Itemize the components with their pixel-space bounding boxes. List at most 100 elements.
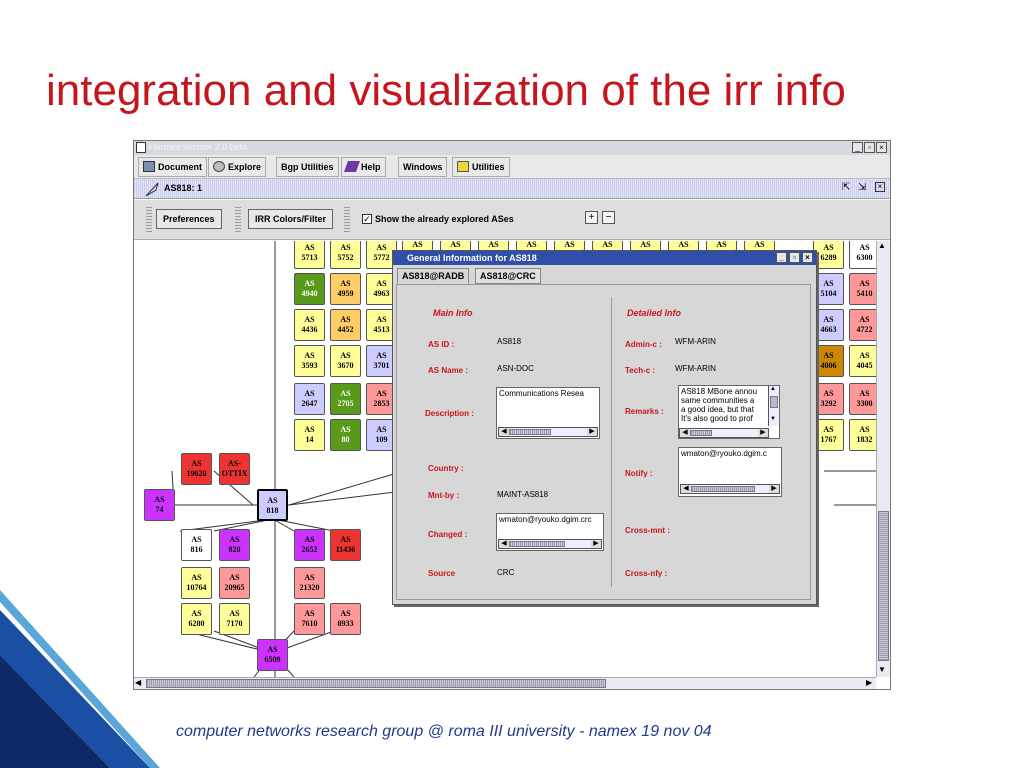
remarks-hscroll[interactable]: ◀ ▶ <box>679 428 769 438</box>
as-node[interactable]: AS 7610 <box>294 603 325 635</box>
as-node[interactable]: AS 818 <box>257 489 288 521</box>
as-node[interactable]: AS 6509 <box>257 639 288 671</box>
scroll-left-icon[interactable]: ◀ <box>135 678 141 687</box>
as-node[interactable]: AS 10764 <box>181 567 212 599</box>
as-node[interactable]: AS 6289 <box>813 241 844 269</box>
menu-windows[interactable]: Windows <box>398 157 448 177</box>
scroll-thumb[interactable] <box>690 430 712 436</box>
scroll-right-icon[interactable]: ▶ <box>591 540 601 548</box>
as-node[interactable]: AS 5713 <box>294 241 325 269</box>
toolbar-grip[interactable] <box>235 206 241 232</box>
description-hscroll[interactable]: ◀ ▶ <box>498 427 598 437</box>
scroll-right-icon[interactable]: ▶ <box>758 429 768 437</box>
toolbar-grip[interactable] <box>146 206 152 232</box>
changed-hscroll[interactable]: ◀ ▶ <box>498 539 602 549</box>
minimize-button[interactable]: _ <box>852 142 863 153</box>
scroll-right-icon[interactable]: ▶ <box>866 678 872 687</box>
scroll-thumb[interactable] <box>509 541 565 547</box>
scroll-thumb[interactable] <box>770 396 778 408</box>
as-node[interactable]: AS 19620 <box>181 453 212 485</box>
as-node-prefix: AS <box>191 535 202 544</box>
toolbar-grip[interactable] <box>344 206 350 232</box>
as-node[interactable]: AS 816 <box>181 529 212 561</box>
as-node[interactable]: AS 1767 <box>813 419 844 451</box>
as-node[interactable]: AS 5104 <box>813 273 844 305</box>
as-node[interactable]: AS 6300 <box>849 241 876 269</box>
as-node-number: 6280 <box>188 619 205 628</box>
zoom-in-icon[interactable]: + <box>585 211 598 224</box>
notify-hscroll[interactable]: ◀ ▶ <box>680 484 780 494</box>
horizontal-scrollbar[interactable]: ◀ ▶ <box>134 677 876 689</box>
scroll-up-icon[interactable]: ▲ <box>770 386 776 392</box>
scroll-left-icon[interactable]: ◀ <box>680 429 690 437</box>
as-node-number: 8933 <box>337 619 354 628</box>
utilities-icon <box>457 161 469 172</box>
as-node[interactable]: AS- OTTIX <box>219 453 250 485</box>
as-node[interactable]: AS 4663 <box>813 309 844 341</box>
as-node[interactable]: AS 5752 <box>330 241 361 269</box>
menu-bgp-utilities[interactable]: Bgp Utilities <box>276 157 339 177</box>
hscroll-thumb[interactable] <box>146 679 606 688</box>
close-button[interactable]: × <box>876 142 887 153</box>
remarks-vscroll[interactable]: ▲ ▼ <box>768 386 779 426</box>
as-node[interactable]: AS 2705 <box>330 383 361 415</box>
irr-colors-filter-button[interactable]: IRR Colors/Filter <box>248 209 334 229</box>
as-node[interactable]: AS 2652 <box>294 529 325 561</box>
as-node[interactable]: AS 7170 <box>219 603 250 635</box>
frame-restore-icon[interactable]: ⇱ <box>842 182 850 193</box>
as-node[interactable]: AS 80 <box>330 419 361 451</box>
tab-radb[interactable]: AS818@RADB <box>397 268 470 284</box>
zoom-out-icon[interactable]: − <box>602 211 615 224</box>
as-node[interactable]: AS 4006 <box>813 345 844 377</box>
dialog-minimize-button[interactable]: _ <box>776 252 787 263</box>
as-node[interactable]: AS 6280 <box>181 603 212 635</box>
as-node[interactable]: AS 3593 <box>294 345 325 377</box>
as-node[interactable]: AS 20965 <box>219 567 250 599</box>
show-explored-checkbox[interactable]: ✓ <box>362 214 372 224</box>
as-node[interactable]: AS 820 <box>219 529 250 561</box>
as-node[interactable]: AS 3670 <box>330 345 361 377</box>
as-node[interactable]: AS 74 <box>144 489 175 521</box>
vertical-scrollbar[interactable]: ▲ ▼ <box>876 241 890 677</box>
scroll-left-icon[interactable]: ◀ <box>499 428 509 436</box>
as-node[interactable]: AS 4959 <box>330 273 361 305</box>
as-node[interactable]: AS 4940 <box>294 273 325 305</box>
preferences-button[interactable]: Preferences <box>156 209 222 229</box>
maximize-button[interactable]: ▫ <box>864 142 875 153</box>
vscroll-thumb[interactable] <box>878 511 889 661</box>
scroll-up-icon[interactable]: ▲ <box>878 241 886 250</box>
scroll-right-icon[interactable]: ▶ <box>769 485 779 493</box>
as-node[interactable]: AS 4722 <box>849 309 876 341</box>
dialog-maximize-button[interactable]: ▫ <box>789 252 800 263</box>
as-node[interactable]: AS 21320 <box>294 567 325 599</box>
as-node[interactable]: AS 4045 <box>849 345 876 377</box>
as-node[interactable]: AS 4436 <box>294 309 325 341</box>
frame-close-icon[interactable]: × <box>875 182 885 192</box>
scroll-thumb[interactable] <box>691 486 755 492</box>
as-node-prefix: AS <box>304 279 315 288</box>
as-node[interactable]: AS 11436 <box>330 529 361 561</box>
as-node-number: 4959 <box>337 289 354 298</box>
scroll-left-icon[interactable]: ◀ <box>681 485 691 493</box>
scroll-left-icon[interactable]: ◀ <box>499 540 509 548</box>
as-node[interactable]: AS 3292 <box>813 383 844 415</box>
as-node[interactable]: AS 1832 <box>849 419 876 451</box>
scroll-down-icon[interactable]: ▼ <box>878 665 886 674</box>
menu-help[interactable]: Help <box>341 157 386 177</box>
as-node[interactable]: AS 3300 <box>849 383 876 415</box>
as-node[interactable]: AS 8933 <box>330 603 361 635</box>
as-node[interactable]: AS 5410 <box>849 273 876 305</box>
scroll-right-icon[interactable]: ▶ <box>587 428 597 436</box>
as-node-number: 820 <box>228 545 241 554</box>
as-node[interactable]: AS 14 <box>294 419 325 451</box>
as-node[interactable]: AS 4452 <box>330 309 361 341</box>
scroll-down-icon[interactable]: ▼ <box>770 416 776 422</box>
menu-explore[interactable]: Explore <box>208 157 267 177</box>
scroll-thumb[interactable] <box>509 429 551 435</box>
menu-document[interactable]: Document <box>138 157 208 177</box>
as-node[interactable]: AS 2647 <box>294 383 325 415</box>
frame-maximize-icon[interactable]: ⇲ <box>858 182 866 193</box>
menu-utilities[interactable]: Utilities <box>452 157 510 177</box>
dialog-close-button[interactable]: × <box>802 252 813 263</box>
tab-crc[interactable]: AS818@CRC <box>475 268 541 284</box>
